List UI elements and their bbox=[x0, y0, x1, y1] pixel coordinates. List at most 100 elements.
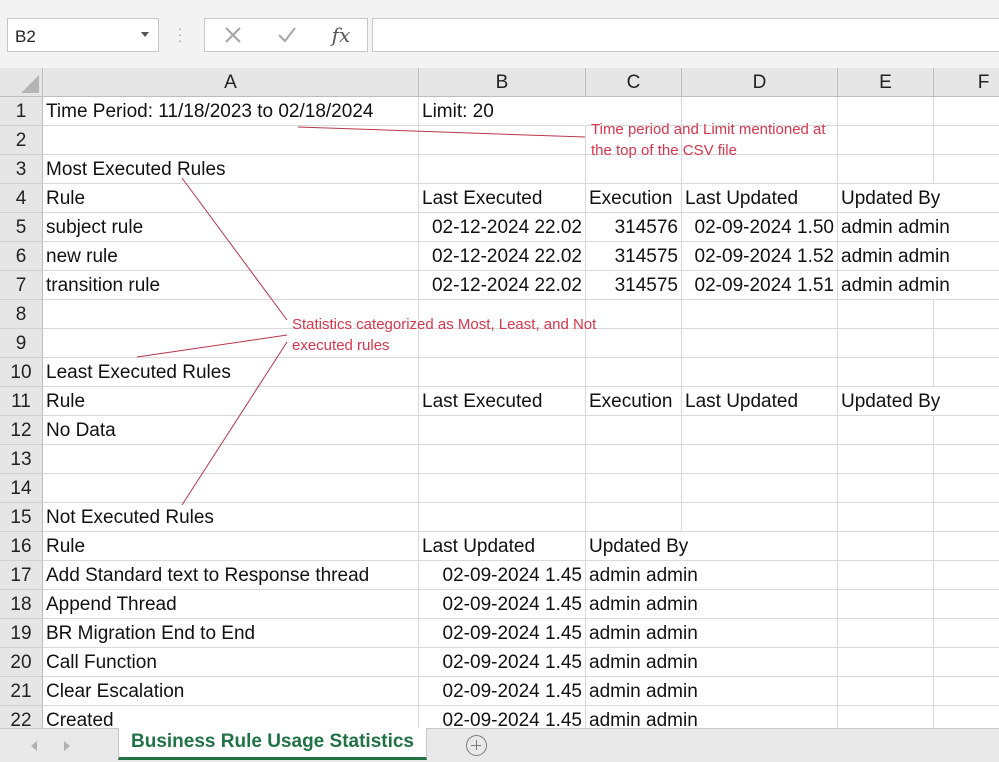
cell-f20[interactable] bbox=[934, 648, 999, 677]
row-header[interactable]: 18 bbox=[0, 590, 43, 619]
cell-a5[interactable]: subject rule bbox=[43, 213, 419, 242]
cell-a4[interactable]: Rule bbox=[43, 184, 419, 213]
row-header[interactable]: 7 bbox=[0, 271, 43, 300]
cell-e1[interactable] bbox=[838, 97, 934, 126]
cell-d7[interactable]: 02-09-2024 1.51 bbox=[682, 271, 838, 300]
cell-c20[interactable]: admin admin bbox=[586, 648, 698, 677]
row-header[interactable]: 19 bbox=[0, 619, 43, 648]
row-header[interactable]: 14 bbox=[0, 474, 43, 503]
cell-a13[interactable] bbox=[43, 445, 419, 474]
cell-a15[interactable]: Not Executed Rules bbox=[43, 503, 419, 532]
cell-b17[interactable]: 02-09-2024 1.45 bbox=[419, 561, 586, 590]
cell-e4[interactable]: Updated By bbox=[838, 184, 940, 213]
cell-c13[interactable] bbox=[586, 445, 682, 474]
cell-f9[interactable] bbox=[934, 329, 999, 358]
cell-b22[interactable]: 02-09-2024 1.45 bbox=[419, 706, 586, 728]
cell-f17[interactable] bbox=[934, 561, 999, 590]
row-header[interactable]: 2 bbox=[0, 126, 43, 155]
cell-d22[interactable] bbox=[682, 706, 838, 728]
cell-d9[interactable] bbox=[682, 329, 838, 358]
row-header[interactable]: 17 bbox=[0, 561, 43, 590]
cell-f4[interactable] bbox=[934, 184, 999, 213]
cell-f19[interactable] bbox=[934, 619, 999, 648]
cell-c22[interactable]: admin admin bbox=[586, 706, 698, 728]
cell-e12[interactable] bbox=[838, 416, 934, 445]
cell-d20[interactable] bbox=[682, 648, 838, 677]
column-header-d[interactable]: D bbox=[682, 68, 838, 97]
cell-e11[interactable]: Updated By bbox=[838, 387, 940, 416]
cell-b21[interactable]: 02-09-2024 1.45 bbox=[419, 677, 586, 706]
cell-c8[interactable] bbox=[586, 300, 682, 329]
cell-e7[interactable]: admin admin bbox=[838, 271, 950, 300]
cell-c9[interactable] bbox=[586, 329, 682, 358]
cell-f18[interactable] bbox=[934, 590, 999, 619]
row-header[interactable]: 6 bbox=[0, 242, 43, 271]
cell-a16[interactable]: Rule bbox=[43, 532, 419, 561]
row-header[interactable]: 22 bbox=[0, 706, 43, 728]
cell-c19[interactable]: admin admin bbox=[586, 619, 698, 648]
cell-a7[interactable]: transition rule bbox=[43, 271, 419, 300]
cell-d12[interactable] bbox=[682, 416, 838, 445]
cell-f12[interactable] bbox=[934, 416, 999, 445]
cell-e3[interactable] bbox=[838, 155, 934, 184]
cell-c18[interactable]: admin admin bbox=[586, 590, 698, 619]
cell-d8[interactable] bbox=[682, 300, 838, 329]
cell-e2[interactable] bbox=[838, 126, 934, 155]
cell-c4[interactable]: Execution bbox=[586, 184, 682, 213]
cell-e21[interactable] bbox=[838, 677, 934, 706]
row-header[interactable]: 3 bbox=[0, 155, 43, 184]
cell-a20[interactable]: Call Function bbox=[43, 648, 419, 677]
cell-f22[interactable] bbox=[934, 706, 999, 728]
cell-a3[interactable]: Most Executed Rules bbox=[43, 155, 419, 184]
cell-c10[interactable] bbox=[586, 358, 682, 387]
row-header[interactable]: 13 bbox=[0, 445, 43, 474]
cell-d5[interactable]: 02-09-2024 1.50 bbox=[682, 213, 838, 242]
cell-e18[interactable] bbox=[838, 590, 934, 619]
cell-c17[interactable]: admin admin bbox=[586, 561, 698, 590]
cell-e5[interactable]: admin admin bbox=[838, 213, 950, 242]
row-header[interactable]: 16 bbox=[0, 532, 43, 561]
cell-d14[interactable] bbox=[682, 474, 838, 503]
cell-a18[interactable]: Append Thread bbox=[43, 590, 419, 619]
cell-e8[interactable] bbox=[838, 300, 934, 329]
cell-d11[interactable]: Last Updated bbox=[682, 387, 838, 416]
cell-b7[interactable]: 02-12-2024 22.02 bbox=[419, 271, 586, 300]
row-header[interactable]: 8 bbox=[0, 300, 43, 329]
cell-d21[interactable] bbox=[682, 677, 838, 706]
cell-a21[interactable]: Clear Escalation bbox=[43, 677, 419, 706]
cell-c14[interactable] bbox=[586, 474, 682, 503]
cancel-icon[interactable] bbox=[207, 19, 259, 51]
formula-input[interactable] bbox=[372, 18, 999, 52]
cell-b19[interactable]: 02-09-2024 1.45 bbox=[419, 619, 586, 648]
cell-e16[interactable] bbox=[838, 532, 934, 561]
row-header[interactable]: 5 bbox=[0, 213, 43, 242]
cell-a22[interactable]: Created bbox=[43, 706, 419, 728]
cell-a11[interactable]: Rule bbox=[43, 387, 419, 416]
cell-f14[interactable] bbox=[934, 474, 999, 503]
cell-d15[interactable] bbox=[682, 503, 838, 532]
column-header-e[interactable]: E bbox=[838, 68, 934, 97]
column-header-f[interactable]: F bbox=[934, 68, 999, 97]
cell-b14[interactable] bbox=[419, 474, 586, 503]
add-sheet-icon[interactable] bbox=[466, 735, 487, 756]
enter-icon[interactable] bbox=[261, 19, 313, 51]
cell-e20[interactable] bbox=[838, 648, 934, 677]
cell-c15[interactable] bbox=[586, 503, 682, 532]
row-header[interactable]: 12 bbox=[0, 416, 43, 445]
cell-d17[interactable] bbox=[682, 561, 838, 590]
cell-c5[interactable]: 314576 bbox=[586, 213, 682, 242]
column-header-b[interactable]: B bbox=[419, 68, 586, 97]
cell-d16[interactable] bbox=[682, 532, 838, 561]
cell-e13[interactable] bbox=[838, 445, 934, 474]
cell-d18[interactable] bbox=[682, 590, 838, 619]
cell-c11[interactable]: Execution bbox=[586, 387, 682, 416]
chevron-down-icon[interactable] bbox=[141, 32, 149, 37]
select-all-button[interactable] bbox=[0, 68, 43, 97]
cell-b3[interactable] bbox=[419, 155, 586, 184]
cell-a19[interactable]: BR Migration End to End bbox=[43, 619, 419, 648]
cell-b13[interactable] bbox=[419, 445, 586, 474]
cell-f2[interactable] bbox=[934, 126, 999, 155]
cell-a2[interactable] bbox=[43, 126, 419, 155]
cell-b1[interactable]: Limit: 20 bbox=[419, 97, 586, 126]
row-header[interactable]: 20 bbox=[0, 648, 43, 677]
